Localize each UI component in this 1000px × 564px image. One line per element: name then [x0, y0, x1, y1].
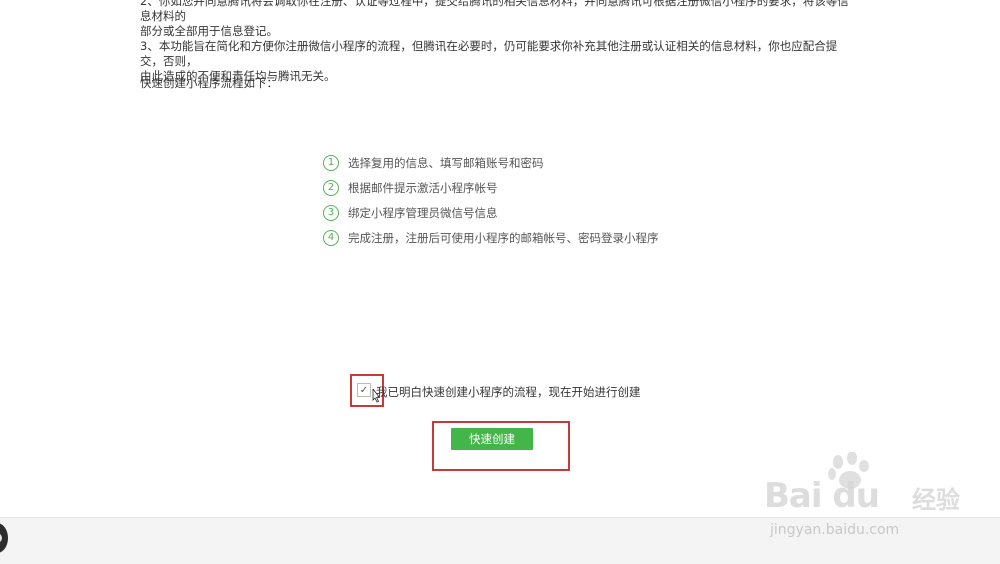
steps-list: 1 选择复用的信息、填写邮箱账号和密码 2 根据邮件提示激活小程序帐号 3 绑定… — [323, 150, 659, 250]
step-number: 3 — [323, 204, 339, 221]
agree-checkbox[interactable]: ✓ — [357, 383, 371, 397]
step-number: 2 — [323, 179, 339, 196]
page: 2、你如您并同意腾讯将会调取你在注册、认证等过程中，提交给腾讯的相关信息材料，并… — [0, 0, 1000, 564]
step-text: 完成注册，注册后可使用小程序的邮箱帐号、密码登录小程序 — [348, 230, 659, 245]
step-number: 4 — [323, 229, 339, 246]
watermark-url: jingyan.baidu.com — [770, 522, 900, 538]
process-intro: 快速创建小程序流程如下： — [140, 76, 278, 90]
step-text: 绑定小程序管理员微信号信息 — [348, 205, 498, 220]
watermark-jingyan: 经验 — [912, 486, 960, 514]
watermark-logo: Bai du — [764, 476, 880, 516]
step-item: 1 选择复用的信息、填写邮箱账号和密码 — [323, 150, 659, 175]
quick-create-button[interactable]: 快速创建 — [451, 428, 533, 450]
step-text: 选择复用的信息、填写邮箱账号和密码 — [348, 155, 544, 170]
step-number: 1 — [323, 154, 339, 171]
agree-label[interactable]: 我已明白快速创建小程序的流程，现在开始进行创建 — [376, 384, 641, 400]
terms-line-2: 部分或全部用于信息登记。 — [140, 24, 278, 38]
terms-line-1: 2、你如您并同意腾讯将会调取你在注册、认证等过程中，提交给腾讯的相关信息材料，并… — [140, 0, 849, 23]
step-text: 根据邮件提示激活小程序帐号 — [348, 180, 498, 195]
step-item: 4 完成注册，注册后可使用小程序的邮箱帐号、密码登录小程序 — [323, 225, 659, 250]
step-item: 2 根据邮件提示激活小程序帐号 — [323, 175, 659, 200]
terms-line-3: 3、本功能旨在简化和方便你注册微信小程序的流程，但腾讯在必要时，仍可能要求你补充… — [140, 39, 838, 68]
step-item: 3 绑定小程序管理员微信号信息 — [323, 200, 659, 225]
baidu-watermark: Bai du 经验 jingyan.baidu.com — [764, 452, 994, 552]
terms-text: 2、你如您并同意腾讯将会调取你在注册、认证等过程中，提交给腾讯的相关信息材料，并… — [140, 0, 860, 84]
